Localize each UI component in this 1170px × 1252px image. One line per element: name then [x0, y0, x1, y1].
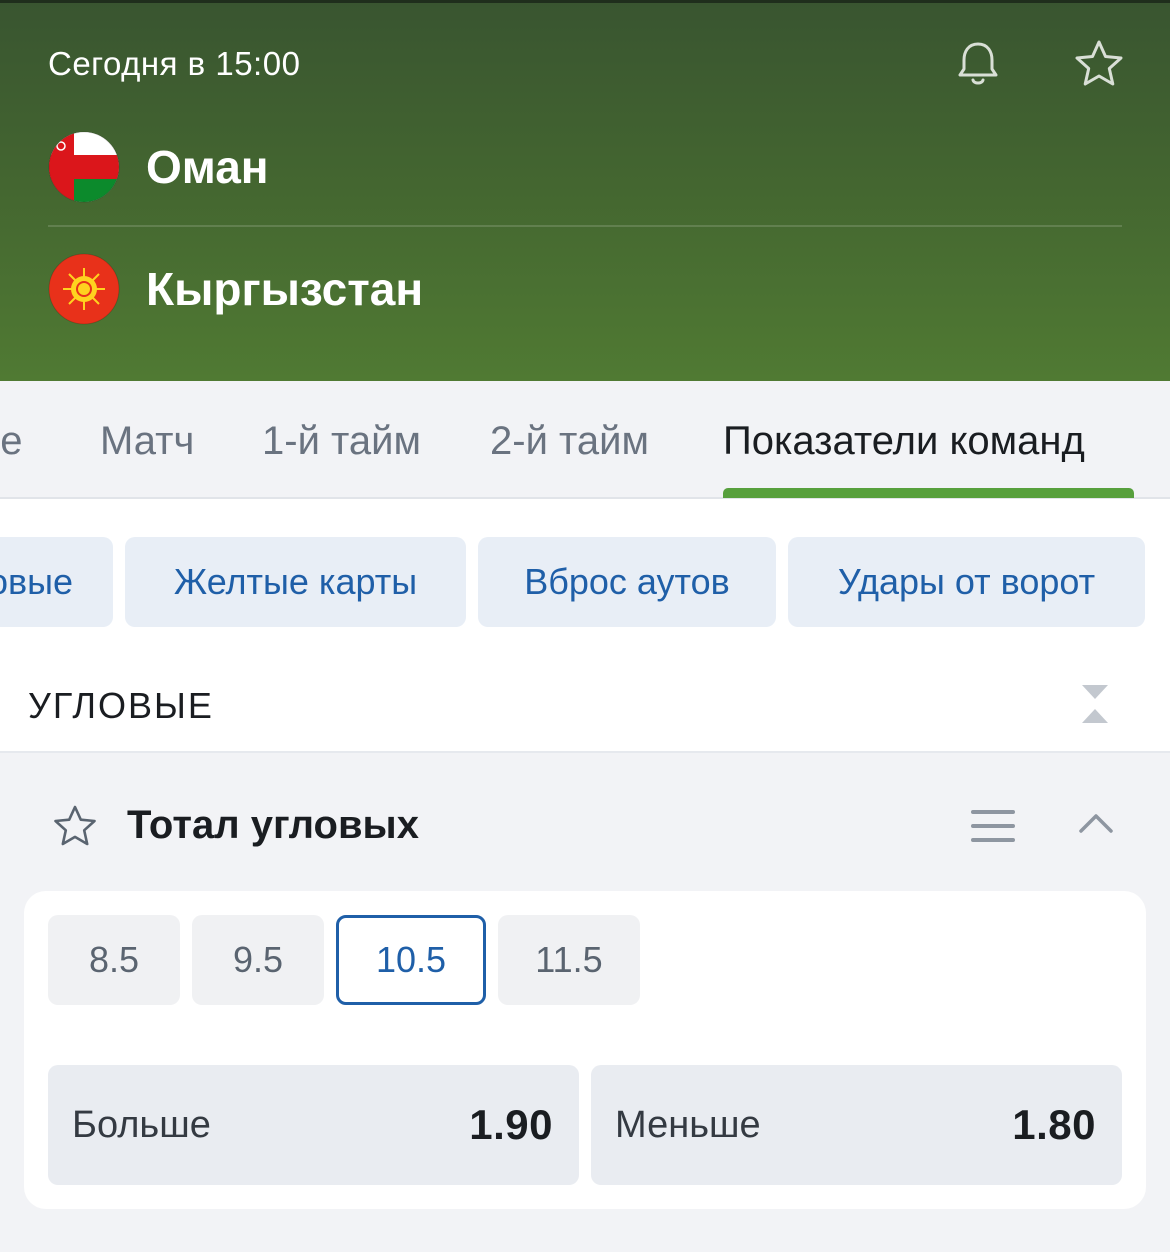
stat-filter-chips: овые Желтые карты Вброс аутов Удары от в…: [0, 499, 1170, 653]
chip-goal-kicks[interactable]: Удары от ворот: [788, 537, 1145, 627]
total-line-value: 9.5: [232, 939, 284, 980]
team-home-name: Оман: [146, 141, 269, 193]
match-header: Сегодня в 15:00 Оман Кыргызстан: [0, 0, 1170, 381]
odd-button-under[interactable]: Меньше 1.80: [591, 1065, 1122, 1185]
team-home: Оман: [48, 131, 269, 203]
chevron-up-icon[interactable]: [1078, 811, 1114, 835]
tab-first-half[interactable]: 1-й тайм: [262, 419, 421, 464]
total-line-value: 10.5: [375, 939, 447, 980]
oman-flag-icon: [48, 131, 120, 203]
tab-match[interactable]: Матч: [100, 419, 194, 464]
team-away: Кыргызстан: [48, 253, 423, 325]
tab-second-half[interactable]: 2-й тайм: [490, 419, 649, 464]
market-tabs: ре Матч 1-й тайм 2-й тайм Показатели ком…: [0, 381, 1170, 499]
total-line-option[interactable]: 8.5: [48, 915, 180, 1005]
total-line-option[interactable]: 11.5: [498, 915, 640, 1005]
market-header: Тотал угловых: [0, 753, 1170, 893]
active-tab-indicator: [723, 488, 1134, 498]
corners-section-header[interactable]: УГЛОВЫЕ: [0, 653, 1170, 753]
total-line-option[interactable]: 9.5: [192, 915, 324, 1005]
chip-throw-ins[interactable]: Вброс аутов: [478, 537, 776, 627]
chip-yellow-cards[interactable]: Желтые карты: [125, 537, 466, 627]
total-line-value: 8.5: [88, 939, 140, 980]
chip-corners-label: овые: [0, 561, 73, 602]
chip-corners[interactable]: овые: [0, 537, 113, 627]
odd-over-value: 1.90: [469, 1101, 553, 1148]
odd-button-over[interactable]: Больше 1.90: [48, 1065, 579, 1185]
favorite-star-icon[interactable]: [1073, 39, 1125, 89]
tab-partial[interactable]: ре: [0, 419, 23, 464]
team-away-name: Кыргызстан: [146, 263, 424, 315]
team-divider: [48, 225, 1122, 227]
bell-icon[interactable]: [953, 39, 1003, 89]
odd-under-value: 1.80: [1012, 1101, 1096, 1148]
market-favorite-star-icon[interactable]: [52, 804, 98, 848]
market-title: Тотал угловых: [127, 803, 419, 847]
kyrgyzstan-flag-icon: [48, 253, 120, 325]
odd-under-label: Меньше: [615, 1103, 761, 1146]
tab-team-stats[interactable]: Показатели команд: [723, 419, 1085, 464]
chip-goal-kicks-label: Удары от ворот: [837, 561, 1096, 602]
odd-over-label: Больше: [72, 1103, 211, 1146]
chip-throw-ins-label: Вброс аутов: [524, 561, 730, 602]
total-line-option-selected[interactable]: 10.5: [336, 915, 486, 1005]
collapse-all-icon[interactable]: [1080, 683, 1110, 725]
chip-yellow-cards-label: Желтые карты: [173, 561, 418, 602]
menu-icon[interactable]: [970, 809, 1016, 843]
market-card: 8.5 9.5 10.5 11.5 Больше 1.90 Меньше 1.8…: [24, 891, 1146, 1209]
match-datetime: Сегодня в 15:00: [48, 45, 301, 82]
total-line-value: 11.5: [535, 939, 603, 980]
section-title: УГЛОВЫЕ: [28, 685, 214, 726]
